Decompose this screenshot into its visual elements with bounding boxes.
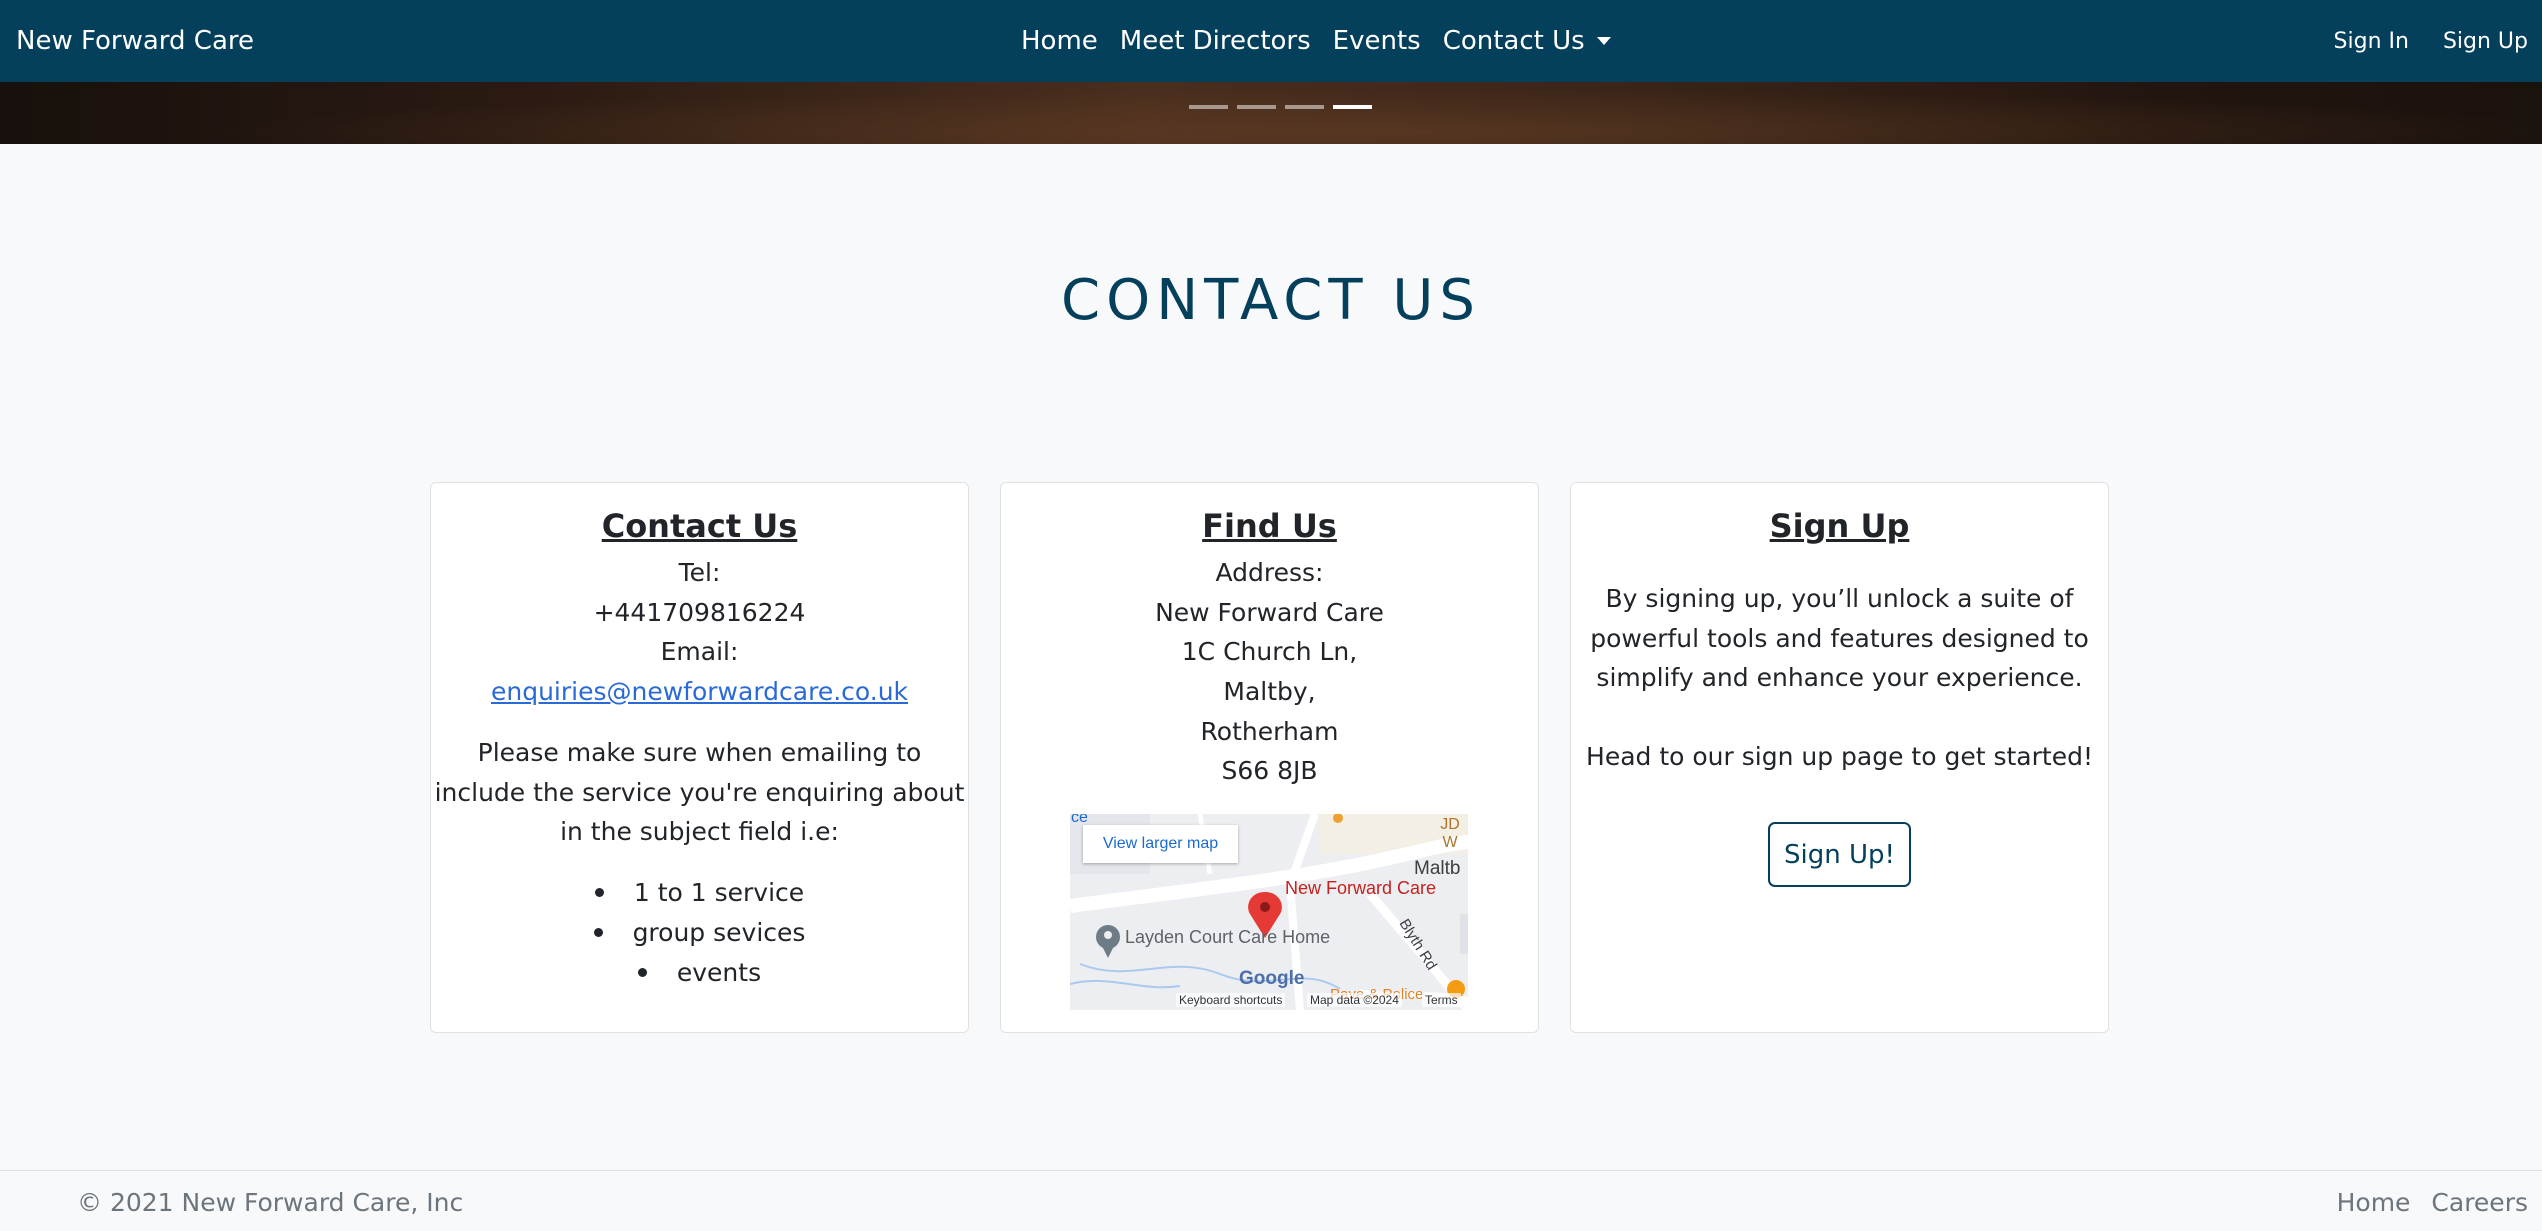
list-item: group sevices [431,913,968,953]
nav-link-events[interactable]: Events [1322,26,1432,56]
email-note-line-2: include the service you're enquiring abo… [434,778,965,807]
map-data-label: Map data ©2024 [1307,993,1402,1007]
email-label: Email: [660,637,739,666]
sign-up-para-line-3: simplify and enhance your experience. [1596,663,2083,692]
sign-up-para-line-2: powerful tools and features designed to [1590,624,2089,653]
email-note-line-3: in the subject field i.e: [560,817,839,846]
find-us-card-title: Find Us [1202,507,1337,545]
nav-auth: Sign In Sign Up [2334,0,2528,82]
google-logo: Google [1239,968,1305,989]
sign-up-para-line-1: By signing up, you’ll unlock a suite of [1605,584,2074,613]
brand-link[interactable]: New Forward Care [16,0,254,82]
hero-image [0,82,2542,144]
tel-label: Tel: [678,558,721,587]
address-label: Address: [1215,558,1324,587]
address-line-3: Maltby, [1223,677,1316,706]
address-line-4: Rotherham [1200,717,1339,746]
sign-up-card: Sign Up By signing up, you’ll unlock a s… [1570,482,2109,1033]
view-larger-map-button[interactable]: View larger map [1083,825,1238,863]
hero-carousel [0,82,2542,144]
map-attribution-bar: Keyboard shortcuts Map data ©2024 Terms [1070,992,1468,1010]
page-title: CONTACT US [1061,268,1481,333]
nav-link-home[interactable]: Home [1010,26,1109,56]
carousel-indicator-4[interactable] [1333,105,1372,109]
carousel-indicator-1[interactable] [1189,105,1228,109]
terms-link[interactable]: Terms [1422,993,1461,1007]
contact-card-title: Contact Us [601,507,798,545]
services-list: 1 to 1 service group sevices events [431,873,968,993]
nav-main: Home Meet Directors Events Contact Us [1010,0,1622,82]
map-label-partial: ce [1071,814,1088,826]
chevron-down-icon [1596,37,1611,45]
navbar: New Forward Care Home Meet Directors Eve… [0,0,2542,82]
contact-card: Contact Us Tel: +441709816224 Email: enq… [430,482,969,1033]
keyboard-shortcuts-link[interactable]: Keyboard shortcuts [1176,993,1286,1007]
service-label: group sevices [632,918,806,947]
service-label: events [676,958,762,987]
tel-value: +441709816224 [593,598,806,627]
nav-dropdown-label: Contact Us [1442,26,1585,56]
bullet-icon [637,967,647,977]
footer-link-careers[interactable]: Careers [2431,1188,2528,1217]
carousel-indicator-3[interactable] [1285,105,1324,109]
bullet-icon [594,887,604,897]
carousel-indicators [1189,105,1372,109]
map-pin-label: New Forward Care [1285,878,1437,898]
embedded-map[interactable]: View larger map ce JD W Maltb New Forwar… [1070,814,1468,1010]
service-label: 1 to 1 service [633,878,805,907]
list-item: 1 to 1 service [431,873,968,913]
sign-up-card-title: Sign Up [1769,507,1910,545]
sign-up-button[interactable]: Sign Up! [1768,822,1911,887]
map-label-town: Maltb [1414,858,1461,879]
map-poi-label: Layden Court Care Home [1125,927,1331,947]
map-label-jd: JD W [1440,816,1460,851]
copyright-text: © 2021 New Forward Care, Inc [77,1188,464,1217]
bullet-icon [593,927,603,937]
find-us-card: Find Us Address: New Forward Care 1C Chu… [1000,482,1539,1033]
email-link[interactable]: enquiries@newforwardcare.co.uk [491,677,908,706]
footer: © 2021 New Forward Care, Inc Home Career… [0,1170,2542,1231]
sign-up-link[interactable]: Sign Up [2443,29,2528,54]
address-line-1: New Forward Care [1155,598,1384,627]
address-line-2: 1C Church Ln, [1181,637,1358,666]
sign-up-cta-text: Head to our sign up page to get started! [1586,742,2093,771]
sign-in-link[interactable]: Sign In [2334,29,2409,54]
footer-link-home[interactable]: Home [2337,1188,2411,1217]
nav-dropdown-contact-us[interactable]: Contact Us [1432,26,1622,56]
email-note-line-1: Please make sure when emailing to [477,738,922,767]
address-line-5: S66 8JB [1221,756,1318,785]
list-item: events [431,953,968,993]
carousel-indicator-2[interactable] [1237,105,1276,109]
footer-nav: Home Careers [2337,1188,2528,1217]
nav-link-meet-directors[interactable]: Meet Directors [1109,26,1322,56]
